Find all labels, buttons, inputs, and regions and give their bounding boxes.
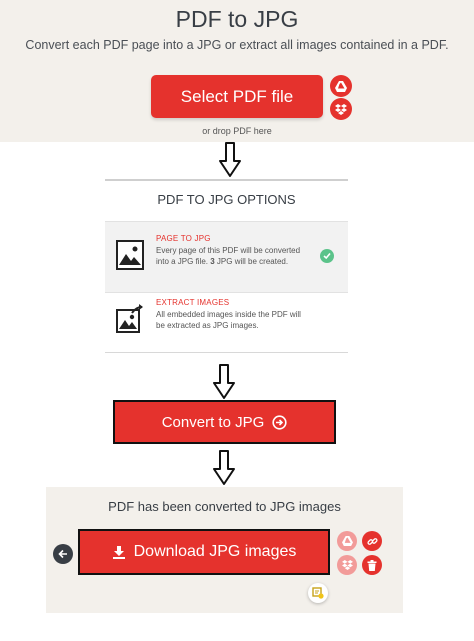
divider (105, 179, 348, 181)
dropbox-button[interactable] (330, 98, 352, 120)
drop-hint: or drop PDF here (202, 126, 272, 136)
divider (105, 352, 348, 353)
dropbox-icon (335, 103, 347, 115)
dropbox-icon (341, 560, 353, 570)
trash-icon (367, 559, 377, 571)
option-extract-images[interactable]: EXTRACT IMAGES All embedded images insid… (105, 293, 348, 351)
arrow-right-circle-icon (272, 414, 287, 430)
back-button[interactable] (53, 544, 73, 564)
download-button[interactable]: Download JPG images (78, 529, 330, 575)
page-title: PDF to JPG (175, 6, 299, 32)
google-drive-icon (341, 536, 353, 546)
option-page-to-jpg[interactable]: PAGE TO JPG Every page of this PDF will … (105, 221, 348, 293)
image-export-icon (116, 304, 143, 333)
page-subtitle: Convert each PDF page into a JPG or extr… (25, 38, 449, 52)
image-file-icon (116, 240, 144, 270)
options-panel: PDF TO JPG OPTIONS PAGE TO JPG Every pag… (105, 179, 348, 353)
selected-check-icon (320, 249, 334, 263)
select-pdf-button[interactable]: Select PDF file (151, 75, 323, 118)
convert-label: Convert to JPG (161, 413, 265, 431)
options-title: PDF TO JPG OPTIONS (157, 192, 296, 207)
option-description: Every page of this PDF will be converted… (156, 246, 301, 266)
option-name: PAGE TO JPG (156, 234, 211, 243)
share-link-button[interactable] (362, 531, 382, 551)
down-arrow-icon (213, 364, 235, 399)
option-name: EXTRACT IMAGES (156, 298, 230, 307)
save-to-dropbox-button[interactable] (337, 555, 357, 575)
arrow-left-icon (58, 549, 67, 559)
ocr-icon (312, 587, 324, 599)
convert-button[interactable]: Convert to JPG (113, 400, 336, 444)
download-label: Download JPG images (133, 543, 297, 560)
download-icon (112, 546, 125, 559)
save-to-google-drive-button[interactable] (337, 531, 357, 551)
delete-button[interactable] (362, 555, 382, 575)
option-description: All embedded images inside the PDF will … (156, 310, 301, 330)
google-drive-button[interactable] (330, 75, 352, 97)
down-arrow-icon (219, 142, 241, 177)
ocr-button[interactable] (308, 583, 328, 603)
upload-section: PDF to JPG Convert each PDF page into a … (0, 0, 474, 142)
down-arrow-icon (213, 450, 235, 485)
result-title: PDF has been converted to JPG images (108, 499, 341, 514)
google-drive-icon (335, 80, 347, 92)
result-section: PDF has been converted to JPG images Dow… (46, 487, 403, 613)
link-icon (366, 537, 378, 545)
